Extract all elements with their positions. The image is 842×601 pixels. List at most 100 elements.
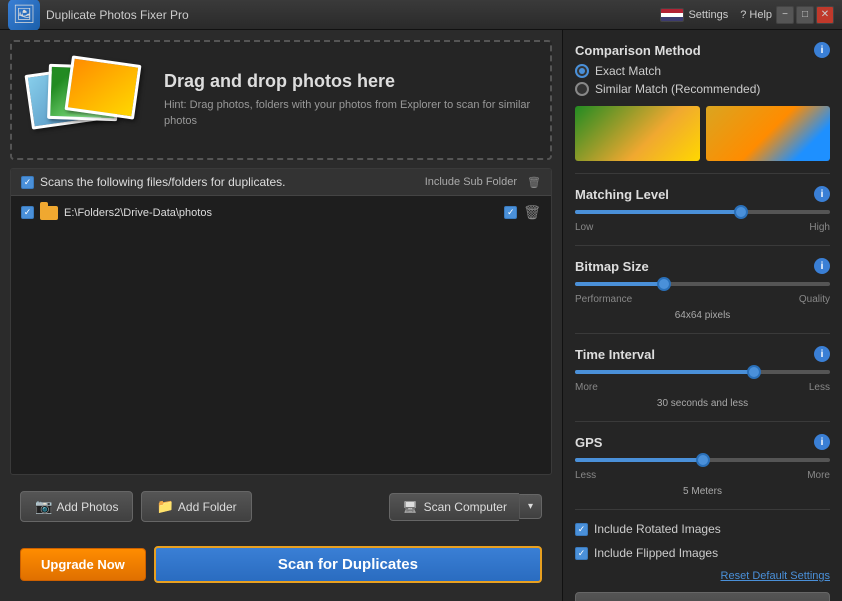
window-controls: − □ ✕: [776, 6, 834, 24]
right-panel: Comparison Method i Exact Match Similar …: [562, 30, 842, 601]
delete-row-icon[interactable]: 🗑: [523, 204, 541, 221]
gps-center-label: 5 Meters: [575, 486, 830, 497]
bitmap-info-icon[interactable]: i: [814, 258, 830, 274]
include-flipped-row: ✓ Include Flipped Images: [575, 546, 830, 560]
include-rotated-checkbox[interactable]: ✓: [575, 523, 588, 536]
gps-fill: [575, 458, 703, 462]
file-list-body: ✓ E:\Folders2\Drive-Data\photos ✓ 🗑: [11, 196, 551, 229]
bitmap-size-section: Bitmap Size i Performance Quality 64x64 …: [575, 258, 830, 321]
time-interval-section: Time Interval i More Less 30 seconds and…: [575, 346, 830, 409]
add-folder-icon: 📁: [156, 498, 173, 515]
matching-info-icon[interactable]: i: [814, 186, 830, 202]
gps-section: GPS i Less More 5 Meters: [575, 434, 830, 497]
drop-zone-hint: Hint: Drag photos, folders with your pho…: [164, 98, 534, 129]
upgrade-now-button[interactable]: Upgrade Now: [20, 548, 146, 581]
thumb-butterfly: [706, 106, 831, 161]
time-labels: More Less: [575, 382, 830, 393]
main-layout: Drag and drop photos here Hint: Drag pho…: [0, 30, 842, 601]
similar-match-radio[interactable]: [575, 82, 589, 96]
include-subfolder-label: Include Sub Folder: [425, 176, 517, 188]
time-fill: [575, 370, 754, 374]
file-list-header: ✓ Scans the following files/folders for …: [11, 169, 551, 196]
bitmap-labels: Performance Quality: [575, 294, 830, 305]
file-list-header-right: Include Sub Folder 🗑: [425, 176, 541, 189]
gps-title: GPS i: [575, 434, 830, 450]
scan-computer-button[interactable]: 🖥 Scan Computer ▾: [389, 493, 542, 521]
drop-zone-text: Drag and drop photos here Hint: Drag pho…: [164, 71, 534, 129]
file-list-header-left: ✓ Scans the following files/folders for …: [21, 175, 285, 189]
bitmap-size-slider[interactable]: [575, 282, 830, 286]
drop-zone[interactable]: Drag and drop photos here Hint: Drag pho…: [10, 40, 552, 160]
exact-match-option[interactable]: Exact Match: [575, 64, 830, 78]
bitmap-fill: [575, 282, 664, 286]
close-button[interactable]: ✕: [816, 6, 834, 24]
window-title: Duplicate Photos Fixer Pro: [46, 8, 189, 22]
delete-all-icon[interactable]: 🗑: [527, 176, 541, 189]
table-row: ✓ E:\Folders2\Drive-Data\photos ✓ 🗑: [11, 200, 551, 225]
title-bar-menu: Settings ? Help: [688, 9, 772, 21]
time-center-label: 30 seconds and less: [575, 398, 830, 409]
drop-zone-photos: [28, 60, 148, 140]
gps-labels: Less More: [575, 470, 830, 481]
app-logo: 🖼: [8, 0, 40, 31]
bottom-bar: 📷 Add Photos 📁 Add Folder 🖥 Scan Compute…: [10, 483, 552, 530]
matching-level-title: Matching Level i: [575, 186, 830, 202]
photo-card-3: [65, 55, 142, 119]
divider-4: [575, 421, 830, 422]
flag-icon: [660, 8, 684, 22]
file-checkbox[interactable]: ✓: [21, 206, 34, 219]
add-photos-button[interactable]: 📷 Add Photos: [20, 491, 133, 522]
comparison-radio-group: Exact Match Similar Match (Recommended): [575, 64, 830, 96]
comparison-info-icon[interactable]: i: [814, 42, 830, 58]
title-bar-controls: Settings ? Help − □ ✕: [660, 6, 834, 24]
include-rotated-row: ✓ Include Rotated Images: [575, 522, 830, 536]
add-photos-icon: 📷: [35, 498, 52, 515]
time-thumb[interactable]: [747, 365, 761, 379]
thumbnails-row: [575, 106, 830, 161]
file-list-section: ✓ Scans the following files/folders for …: [10, 168, 552, 475]
exact-match-radio[interactable]: [575, 64, 589, 78]
left-panel: Drag and drop photos here Hint: Drag pho…: [0, 30, 562, 601]
time-interval-slider[interactable]: [575, 370, 830, 374]
subfolder-checkbox[interactable]: ✓: [504, 206, 517, 219]
comparison-method-section: Comparison Method i Exact Match Similar …: [575, 42, 830, 96]
bitmap-thumb[interactable]: [657, 277, 671, 291]
scan-for-duplicates-button[interactable]: Scan for Duplicates: [154, 546, 542, 583]
divider-3: [575, 333, 830, 334]
matching-level-section: Matching Level i Low High: [575, 186, 830, 233]
divider-2: [575, 245, 830, 246]
similar-match-option[interactable]: Similar Match (Recommended): [575, 82, 830, 96]
scan-computer-main[interactable]: 🖥 Scan Computer: [389, 493, 519, 521]
scan-computer-dropdown[interactable]: ▾: [519, 494, 542, 519]
matching-labels: Low High: [575, 222, 830, 233]
drop-zone-heading: Drag and drop photos here: [164, 71, 534, 92]
gps-info-icon[interactable]: i: [814, 434, 830, 450]
reset-default-link[interactable]: Reset Default Settings: [575, 570, 830, 582]
minimize-button[interactable]: −: [776, 6, 794, 24]
title-bar: 🖼 Duplicate Photos Fixer Pro Settings ? …: [0, 0, 842, 30]
bitmap-center-label: 64x64 pixels: [575, 310, 830, 321]
file-list-label: Scans the following files/folders for du…: [40, 175, 285, 189]
folder-icon: [40, 206, 58, 220]
divider-1: [575, 173, 830, 174]
time-interval-title: Time Interval i: [575, 346, 830, 362]
include-flipped-checkbox[interactable]: ✓: [575, 547, 588, 560]
watch-tutorial-button[interactable]: Watch Tutorial: [575, 592, 830, 601]
matching-thumb[interactable]: [734, 205, 748, 219]
gps-thumb[interactable]: [696, 453, 710, 467]
scan-for-duplicates-row: Upgrade Now Scan for Duplicates: [10, 538, 552, 591]
divider-5: [575, 509, 830, 510]
gps-slider[interactable]: [575, 458, 830, 462]
select-all-checkbox[interactable]: ✓: [21, 176, 34, 189]
file-path: E:\Folders2\Drive-Data\photos: [64, 207, 498, 219]
matching-level-slider[interactable]: [575, 210, 830, 214]
help-menu[interactable]: ? Help: [740, 9, 772, 21]
monitor-icon: 🖥: [402, 500, 417, 514]
thumb-sunflower: [575, 106, 700, 161]
time-info-icon[interactable]: i: [814, 346, 830, 362]
bitmap-size-title: Bitmap Size i: [575, 258, 830, 274]
comparison-method-title: Comparison Method i: [575, 42, 830, 58]
settings-menu[interactable]: Settings: [688, 9, 728, 21]
add-folder-button[interactable]: 📁 Add Folder: [141, 491, 251, 522]
maximize-button[interactable]: □: [796, 6, 814, 24]
